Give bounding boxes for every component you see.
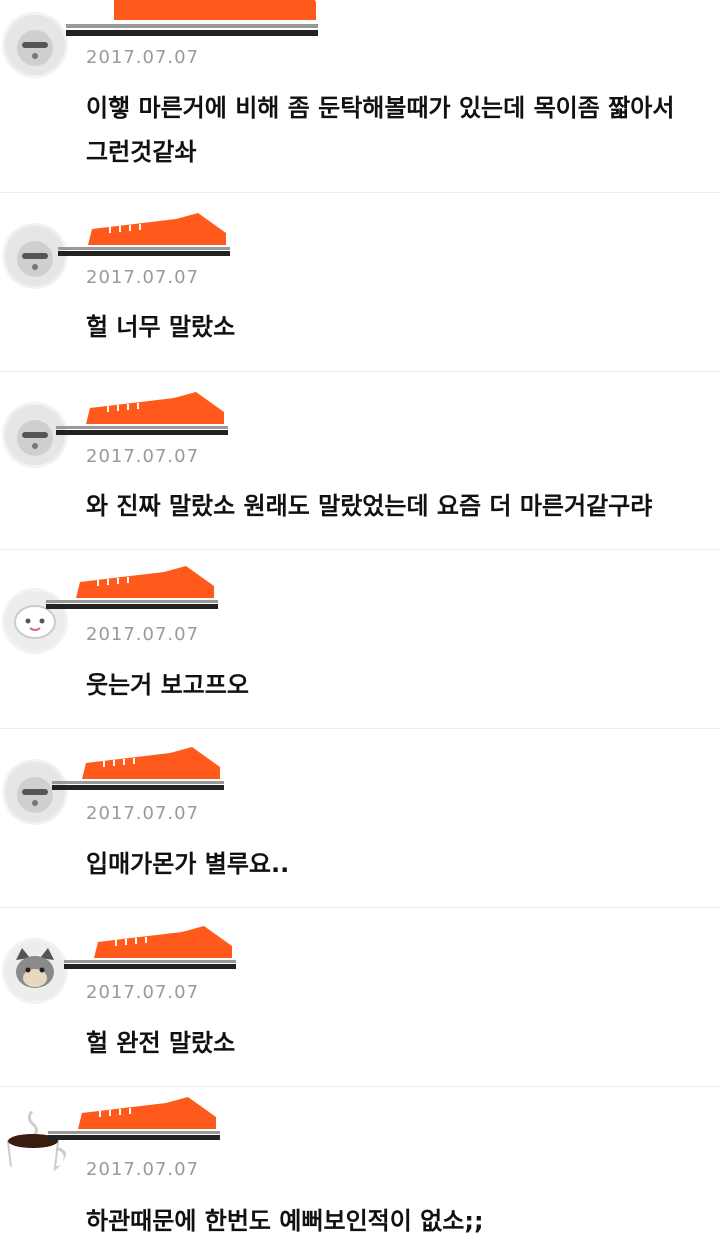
comment-date: 2017.07.07	[86, 267, 200, 288]
comment-feed: 2017.07.07 이햏 마른거에 비해 좀 둔탁해볼때가 있는데 목이좀 짧…	[0, 0, 720, 1241]
sneaker-level-badge-icon	[52, 745, 224, 805]
comment-text: 입매가몬가 별루요..	[86, 850, 290, 878]
comment-item: 2017.07.07 입매가몬가 별루요..	[0, 729, 720, 908]
comment-text: 헐 완전 말랐소	[86, 1029, 236, 1057]
comment-date: 2017.07.07	[86, 982, 200, 1003]
sneaker-level-badge-icon	[56, 390, 228, 450]
comment-item: 2017.07.07 이햏 마른거에 비해 좀 둔탁해볼때가 있는데 목이좀 짧…	[0, 0, 720, 193]
comment-date: 2017.07.07	[86, 47, 200, 68]
comment-date: 2017.07.07	[86, 803, 200, 824]
comment-date: 2017.07.07	[86, 624, 200, 645]
user-avatar-cat-icon[interactable]	[2, 938, 68, 1004]
comment-text: 웃는거 보고프오	[86, 671, 249, 699]
comment-item: 2017.07.07 하관때문에 한번도 예뻐보인적이 없소;;	[0, 1087, 720, 1241]
sneaker-level-badge-icon	[58, 211, 230, 271]
user-avatar-character-icon[interactable]	[2, 12, 68, 78]
comment-text: 하관때문에 한번도 예뻐보인적이 없소;;	[86, 1207, 484, 1235]
comment-text: 헐 너무 말랐소	[86, 313, 236, 341]
sneaker-level-badge-icon	[64, 924, 236, 984]
comment-date: 2017.07.07	[86, 446, 200, 467]
comment-item: 2017.07.07 웃는거 보고프오	[0, 550, 720, 729]
comment-text: 이햏 마른거에 비해 좀 둔탁해볼때가 있는데 목이좀 짧아서 그런것같솨	[86, 94, 675, 166]
comment-item: 2017.07.07 헐 완전 말랐소	[0, 908, 720, 1087]
sneaker-level-badge-icon	[46, 564, 218, 624]
sneaker-level-badge-icon	[48, 1095, 220, 1155]
comment-item: 2017.07.07 헐 너무 말랐소	[0, 193, 720, 372]
comment-item: 2017.07.07 와 진짜 말랐소 원래도 말랐었는데 요즘 더 마른거같구…	[0, 372, 720, 550]
sneaker-level-badge-icon	[66, 0, 318, 36]
comment-date: 2017.07.07	[86, 1159, 200, 1180]
comment-text: 와 진짜 말랐소 원래도 말랐었는데 요즘 더 마른거같구랴	[86, 492, 653, 520]
